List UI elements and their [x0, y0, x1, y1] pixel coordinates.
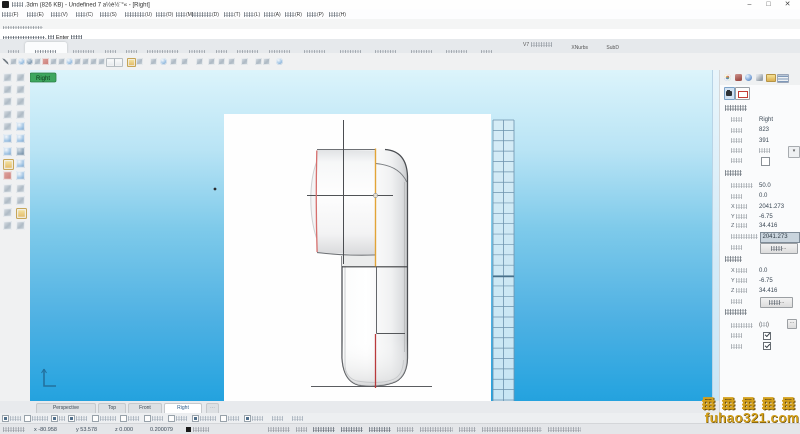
svg-text:Right: Right	[36, 76, 50, 82]
svg-text:fuhao321.com: fuhao321.com	[705, 411, 799, 426]
